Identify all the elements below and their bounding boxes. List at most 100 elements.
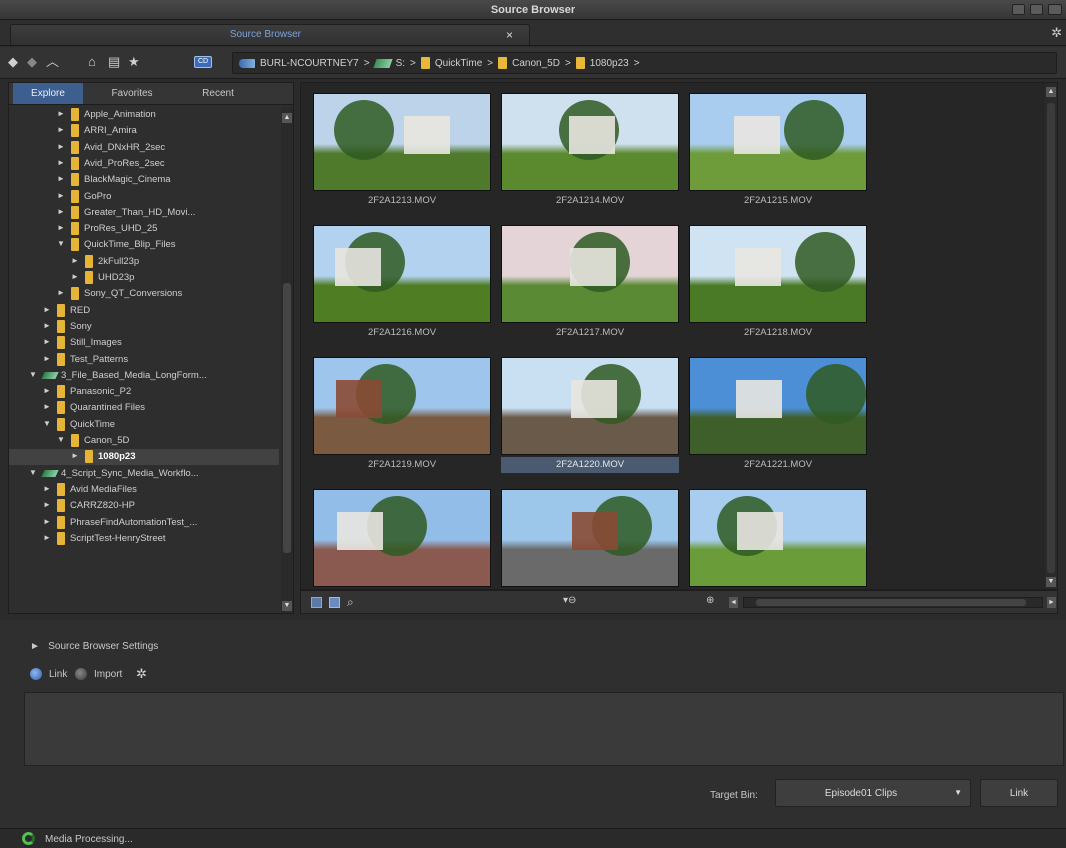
collapsed-arrow-icon[interactable]: ► (43, 386, 51, 395)
clip-thumbnail[interactable]: 2F2A1217.MOV (501, 225, 679, 343)
collapsed-arrow-icon[interactable]: ► (57, 288, 65, 297)
clip-thumbnail[interactable] (313, 489, 491, 589)
collapsed-arrow-icon[interactable]: ► (43, 354, 51, 363)
tree-item[interactable]: ► Panasonic_P2 (9, 384, 279, 400)
tree-item[interactable]: ▼ QuickTime (9, 417, 279, 433)
clip-thumbnail[interactable]: 2F2A1220.MOV (501, 357, 679, 475)
clip-thumbnail[interactable]: 2F2A1218.MOV (689, 225, 867, 343)
collapsed-arrow-icon[interactable]: ► (43, 484, 51, 493)
scroll-down-icon[interactable]: ▼ (282, 601, 292, 611)
import-radio[interactable] (75, 668, 87, 680)
link-button[interactable]: Link (980, 779, 1058, 807)
tree-item[interactable]: ► RED (9, 303, 279, 319)
tree-item[interactable]: ► 2kFull23p (9, 254, 279, 270)
tree-item[interactable]: ► Sony_QT_Conversions (9, 286, 279, 302)
tree-item[interactable]: ▼ 3_File_Based_Media_LongForm... (9, 368, 279, 384)
expanded-arrow-icon[interactable]: ▼ (43, 419, 51, 428)
collapsed-arrow-icon[interactable]: ► (57, 109, 65, 118)
collapsed-arrow-icon[interactable]: ► (43, 305, 51, 314)
home-icon[interactable]: ⌂ (88, 55, 96, 69)
options-gear-icon[interactable]: ✲ (136, 666, 147, 682)
tree-item[interactable]: ► Avid_ProRes_2sec (9, 156, 279, 172)
expanded-arrow-icon[interactable]: ▼ (57, 435, 65, 444)
clip-thumbnail[interactable] (501, 489, 679, 589)
cd-icon[interactable]: CD (194, 56, 212, 68)
clip-thumbnail[interactable]: 2F2A1216.MOV (313, 225, 491, 343)
tree-item[interactable]: ▼ 4_Script_Sync_Media_Workflo... (9, 466, 279, 482)
tree-item[interactable]: ▼ QuickTime_Blip_Files (9, 237, 279, 253)
tree-item[interactable]: ► Sony (9, 319, 279, 335)
zoom-out-icon[interactable]: ▾⊖ (563, 595, 576, 606)
scroll-down-icon[interactable]: ▼ (1046, 577, 1056, 587)
scroll-right-icon[interactable]: ► (1047, 597, 1056, 608)
breadcrumb-item[interactable]: BURL-NCOURTNEY7 (260, 58, 359, 69)
clip-thumbnail[interactable]: 2F2A1219.MOV (313, 357, 491, 475)
collapsed-arrow-icon[interactable]: ► (57, 158, 65, 167)
tree-item[interactable]: ► BlackMagic_Cinema (9, 172, 279, 188)
tree-item[interactable]: ► Test_Patterns (9, 352, 279, 368)
clip-thumbnail[interactable]: 2F2A1221.MOV (689, 357, 867, 475)
list-view-icon[interactable] (311, 597, 322, 608)
tree-item[interactable]: ► Greater_Than_HD_Movi... (9, 205, 279, 221)
favorite-star-icon[interactable]: ★ (128, 55, 140, 69)
collapsed-arrow-icon[interactable]: ► (57, 223, 65, 232)
scroll-up-icon[interactable]: ▲ (282, 113, 292, 123)
scroll-thumb[interactable] (1047, 103, 1055, 573)
tab-recent[interactable]: Recent (183, 83, 253, 104)
clip-thumbnail[interactable] (689, 489, 867, 589)
collapsed-arrow-icon[interactable]: ► (71, 272, 79, 281)
tab-favorites[interactable]: Favorites (97, 83, 167, 104)
collapsed-arrow-icon[interactable]: ► (43, 321, 51, 330)
back-icon[interactable]: ◆ (8, 55, 18, 69)
scroll-thumb[interactable] (756, 599, 1026, 606)
tree-item[interactable]: ► 1080p23 (9, 449, 279, 465)
forward-icon[interactable]: ◆ (27, 55, 37, 69)
tree-item[interactable]: ► CARRZ820-HP (9, 498, 279, 514)
tree-item[interactable]: ► Avid_DNxHR_2sec (9, 140, 279, 156)
tab-explore[interactable]: Explore (13, 83, 83, 104)
horizontal-scrollbar[interactable] (743, 597, 1043, 608)
bookmarks-icon[interactable]: ▤ (108, 55, 120, 69)
collapsed-arrow-icon[interactable]: ► (43, 533, 51, 542)
tree-item[interactable]: ► ARRI_Amira (9, 123, 279, 139)
settings-gear-icon[interactable]: ✲ (1051, 25, 1062, 41)
tree-item[interactable]: ► GoPro (9, 189, 279, 205)
breadcrumb-item[interactable]: QuickTime (435, 58, 482, 69)
scroll-up-icon[interactable]: ▲ (1046, 87, 1056, 97)
tree-item[interactable]: ► Quarantined Files (9, 400, 279, 416)
grid-scrollbar[interactable]: ▲ ▼ (1045, 83, 1057, 589)
collapsed-arrow-icon[interactable]: ► (57, 207, 65, 216)
zoom-in-icon[interactable]: ⊕ (706, 595, 714, 606)
tree-item[interactable]: ► Apple_Animation (9, 107, 279, 123)
search-icon[interactable]: ⌕ (347, 595, 354, 610)
collapsed-arrow-icon[interactable]: ► (57, 125, 65, 134)
clip-thumbnail[interactable]: 2F2A1213.MOV (313, 93, 491, 211)
tree-item[interactable]: ► Avid MediaFiles (9, 482, 279, 498)
tab-source-browser[interactable]: Source Browser × (10, 24, 530, 45)
collapsed-arrow-icon[interactable]: ► (43, 337, 51, 346)
tree-item[interactable]: ► Still_Images (9, 335, 279, 351)
tree-item[interactable]: ▼ Canon_5D (9, 433, 279, 449)
scroll-left-icon[interactable]: ◄ (729, 597, 738, 608)
grid-view-icon[interactable] (329, 597, 340, 608)
clip-thumbnail[interactable]: 2F2A1215.MOV (689, 93, 867, 211)
tree-scrollbar[interactable]: ▲ ▼ (281, 107, 293, 613)
breadcrumb-item[interactable]: S: (396, 58, 405, 69)
collapsed-arrow-icon[interactable]: ► (57, 142, 65, 151)
settings-toggle[interactable]: ► Source Browser Settings (30, 641, 158, 652)
collapsed-arrow-icon[interactable]: ► (43, 402, 51, 411)
expanded-arrow-icon[interactable]: ▼ (29, 468, 37, 477)
collapsed-arrow-icon[interactable]: ► (71, 451, 79, 460)
breadcrumb-item[interactable]: 1080p23 (590, 58, 629, 69)
path-bar[interactable]: BURL-NCOURTNEY7 > S: > QuickTime > Canon… (232, 52, 1057, 74)
tree-item[interactable]: ► UHD23p (9, 270, 279, 286)
tree-item[interactable]: ► ProRes_UHD_25 (9, 221, 279, 237)
collapsed-arrow-icon[interactable]: ► (57, 191, 65, 200)
collapsed-arrow-icon[interactable]: ► (57, 174, 65, 183)
up-icon[interactable]: ︿ (46, 55, 59, 69)
maximize-button[interactable] (1030, 4, 1043, 15)
minimize-button[interactable] (1012, 4, 1025, 15)
scroll-thumb[interactable] (283, 283, 291, 553)
close-window-button[interactable] (1048, 4, 1062, 15)
collapsed-arrow-icon[interactable]: ► (43, 500, 51, 509)
